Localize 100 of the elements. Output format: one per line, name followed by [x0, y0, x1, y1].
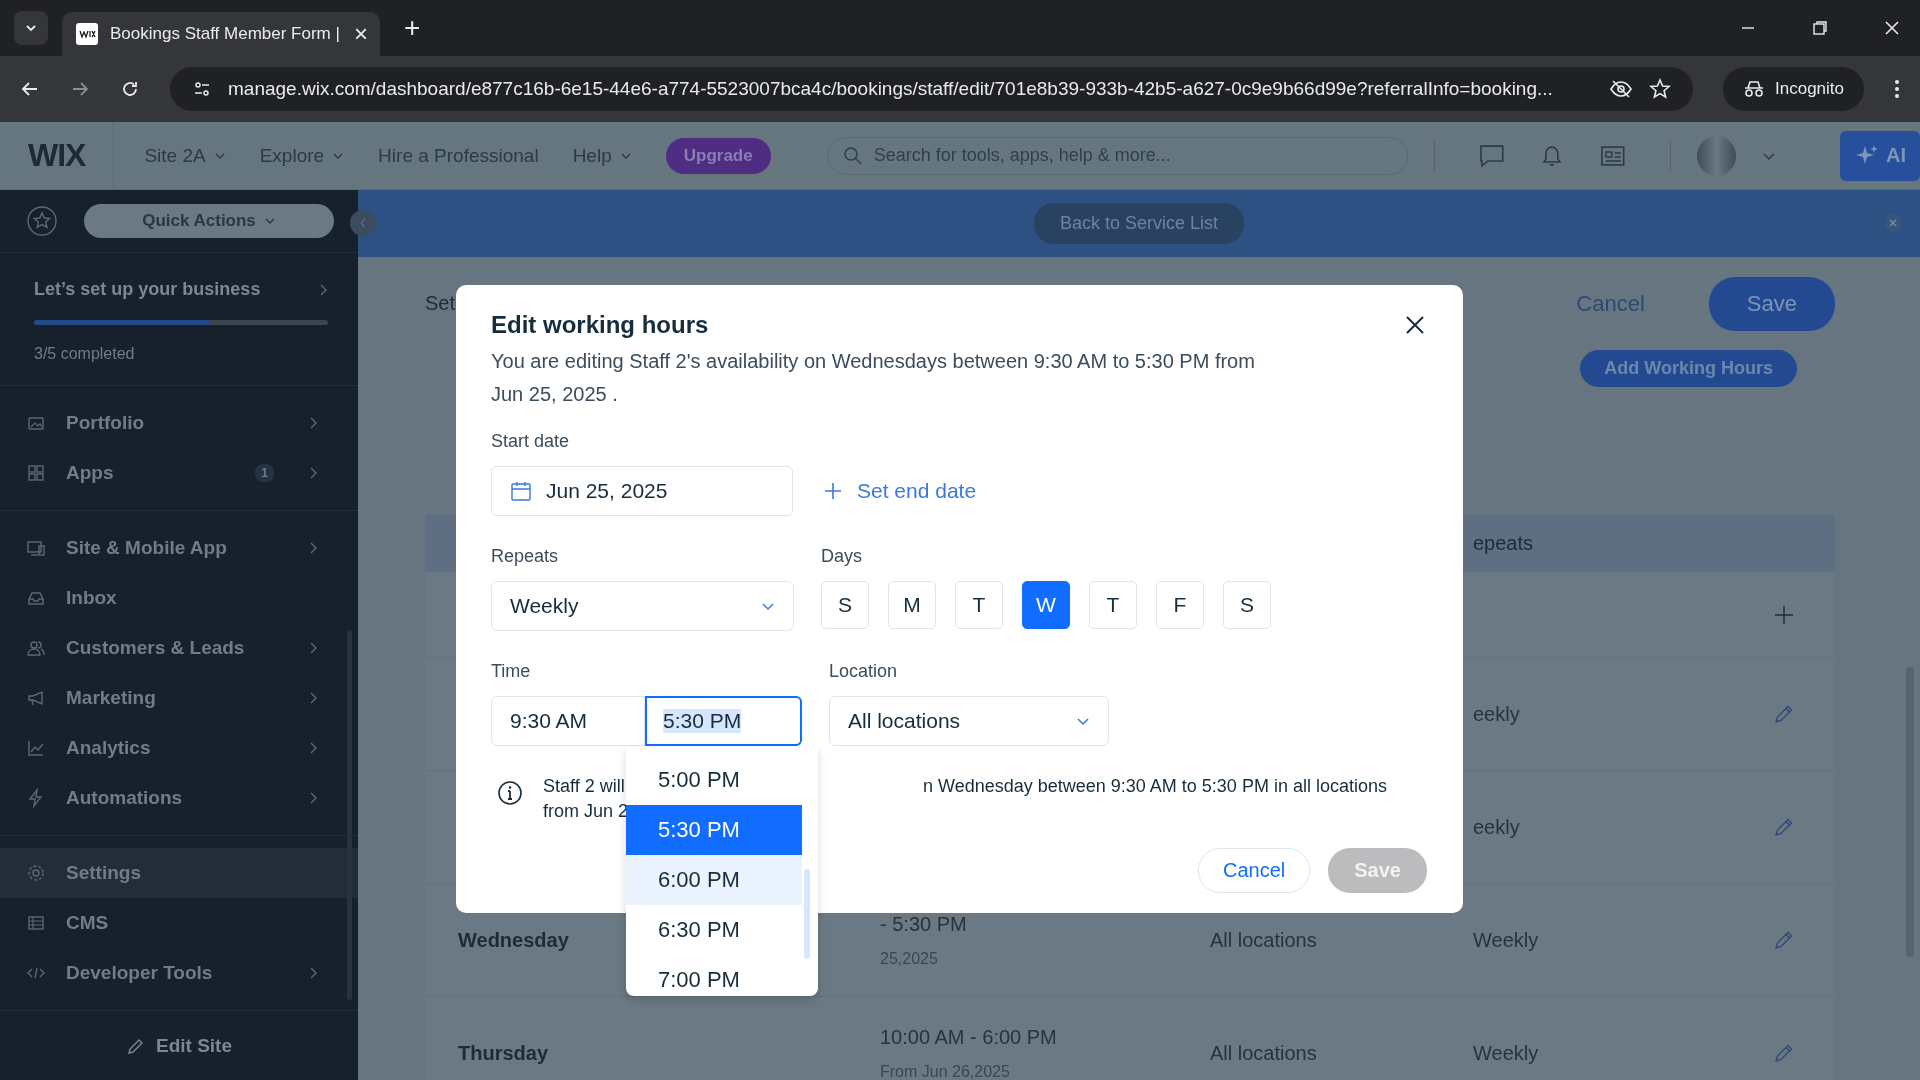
sidebar-item[interactable]: Customers & Leads	[0, 623, 358, 673]
sidebar-item[interactable]: Inbox	[0, 573, 358, 623]
pencil-icon[interactable]	[1773, 929, 1795, 951]
sidebar-item[interactable]: Analytics	[0, 723, 358, 773]
setup-link[interactable]: Let’s set up your business	[34, 279, 261, 300]
pencil-icon[interactable]	[1773, 703, 1795, 725]
plus-icon[interactable]	[1773, 603, 1795, 626]
incognito-badge[interactable]: Incognito	[1723, 67, 1864, 111]
url-text: manage.wix.com/dashboard/e877c16b-6e15-44e6-a774-5523007bca4c/bookings/staff/edit/701e8b39-933b-42b5-a627-0c9e9b66d99e?referralInfo=booking...	[228, 78, 1554, 100]
address-field[interactable]: manage.wix.com/dashboard/e877c16b-6e15-44e6-a774-5523007bca4c/bookings/staff/edit/701e8b39-933b-42b5-a627-0c9e9b66d99e?referralInfo=booking...	[170, 67, 1693, 111]
pencil-icon[interactable]	[1773, 816, 1795, 838]
logo[interactable]: WIX	[28, 137, 86, 174]
end-time-field[interactable]: 5:30 PM	[645, 696, 802, 746]
pencil-icon[interactable]	[1773, 1042, 1795, 1064]
start-time-field[interactable]: 9:30 AM	[491, 696, 645, 746]
caret-icon	[761, 601, 775, 611]
calendar-icon	[510, 480, 532, 502]
menu-icon[interactable]	[1894, 79, 1900, 99]
dialog-title: Edit working hours	[491, 311, 709, 339]
tab-title: Bookings Staff Member Form |	[110, 24, 341, 44]
sidebar-item[interactable]: Site & Mobile App	[0, 523, 358, 573]
day-toggle[interactable]: W	[1022, 581, 1070, 629]
day-toggle[interactable]: F	[1156, 581, 1204, 629]
caret-icon	[1076, 716, 1090, 726]
table-icon	[26, 913, 46, 933]
time-option[interactable]: 5:00 PM	[626, 755, 818, 805]
newspaper-icon[interactable]	[1599, 144, 1626, 167]
day-toggle[interactable]: S	[1223, 581, 1271, 629]
time-option[interactable]: 7:00 PM	[626, 955, 818, 1005]
day-toggle[interactable]: S	[821, 581, 869, 629]
sidebar-item[interactable]: Apps 1	[0, 448, 358, 498]
browser-tab[interactable]: Bookings Staff Member Form | ×	[62, 12, 380, 56]
sidebar-item[interactable]: Portfolio	[0, 398, 358, 448]
tab-close-button[interactable]: ×	[354, 20, 368, 48]
day-toggle[interactable]: T	[1089, 581, 1137, 629]
sidebar-item[interactable]: Settings	[0, 848, 358, 898]
sidebar-item[interactable]: Developer Tools	[0, 948, 358, 998]
field-label: Location	[829, 661, 899, 682]
chevron-left-icon	[358, 217, 368, 229]
add-working-hours-button[interactable]: Add Working Hours	[1580, 350, 1797, 387]
page-title: Set	[425, 292, 457, 315]
location-cell: All locations	[1210, 1041, 1317, 1064]
tab-list-button[interactable]	[14, 11, 48, 45]
field-label: Repeats	[491, 546, 560, 567]
caret-icon	[263, 216, 276, 226]
eye-off-icon[interactable]	[1609, 79, 1633, 99]
repeats-cell: Weekly	[1473, 1041, 1539, 1064]
chart-icon	[26, 738, 46, 758]
time-cell-text: 10:00 AM - 6:00 PM	[880, 1025, 1058, 1049]
close-icon[interactable]	[1405, 315, 1425, 335]
ai-button[interactable]: AI	[1840, 130, 1920, 181]
save-button[interactable]: Save	[1708, 276, 1835, 331]
site-settings-icon[interactable]	[192, 79, 212, 99]
chevron-right-icon	[318, 282, 328, 297]
nav-menu-item[interactable]: Site 2A	[144, 144, 226, 167]
chat-icon[interactable]	[1478, 143, 1505, 168]
sidebar-item[interactable]: Automations	[0, 773, 358, 823]
repeats-dropdown[interactable]: Weekly	[491, 581, 794, 631]
apps-icon	[26, 463, 46, 483]
set-end-date-link[interactable]: Set end date	[823, 479, 977, 503]
time-option[interactable]: 6:30 PM	[626, 905, 818, 955]
search-icon	[842, 145, 863, 166]
day-cell: Thursday	[458, 1041, 549, 1064]
restore-icon[interactable]	[1812, 20, 1828, 36]
day-cell: Wednesday	[458, 928, 569, 951]
info-text: Staff 2 will	[543, 775, 625, 798]
repeats-cell: Weekly	[1473, 928, 1539, 951]
day-toggle[interactable]: T	[955, 581, 1003, 629]
time-option[interactable]: 5:30 PM	[626, 805, 802, 855]
nav-menu-item[interactable]: Hire a Professional	[378, 144, 539, 167]
wix-favicon-icon	[76, 23, 98, 45]
sidebar-item[interactable]: Marketing	[0, 673, 358, 723]
progress-text: 3/5 completed	[34, 345, 136, 363]
repeats-cell: eekly	[1473, 815, 1520, 838]
sidebar-item[interactable]: CMS	[0, 898, 358, 948]
field-label: Days	[821, 546, 863, 567]
location-cell: All locations	[1210, 928, 1317, 951]
quick-actions-button[interactable]: Quick Actions	[84, 204, 334, 238]
start-date-field[interactable]: Jun 25, 2025	[491, 466, 793, 516]
back-to-service-list-button[interactable]: Back to Service List	[1033, 203, 1245, 244]
dialog-description: You are editing Staff 2's availability on Wednesdays between 9:30 AM to 5:30 PM from Jun 25, 2025 .	[491, 349, 1256, 407]
nav-menu-item[interactable]: Explore	[259, 144, 345, 167]
time-option[interactable]: 6:00 PM	[626, 855, 802, 905]
time-cell-text: - 5:30 PM	[880, 912, 968, 936]
day-toggle[interactable]: M	[888, 581, 936, 629]
new-tab-button[interactable]: +	[404, 12, 421, 44]
column-header: epeats	[1473, 532, 1534, 555]
location-dropdown[interactable]: All locations	[829, 696, 1109, 746]
info-icon	[497, 780, 523, 806]
settings-icon	[26, 863, 46, 883]
upgrade-button[interactable]: Upgrade	[665, 137, 771, 174]
nav-menu-item[interactable]: Help	[572, 144, 632, 167]
info-text: n Wednesday between 9:30 AM to 5:30 PM in all locations	[923, 775, 1387, 798]
reload-icon[interactable]	[120, 79, 140, 99]
count-badge: 1	[255, 464, 274, 482]
cancel-button[interactable]: Cancel	[1198, 848, 1311, 893]
field-label: Start date	[491, 431, 571, 452]
edit-site-button[interactable]: Edit Site	[0, 1015, 358, 1077]
collapse-button[interactable]	[350, 210, 376, 236]
megaphone-icon	[26, 688, 46, 708]
